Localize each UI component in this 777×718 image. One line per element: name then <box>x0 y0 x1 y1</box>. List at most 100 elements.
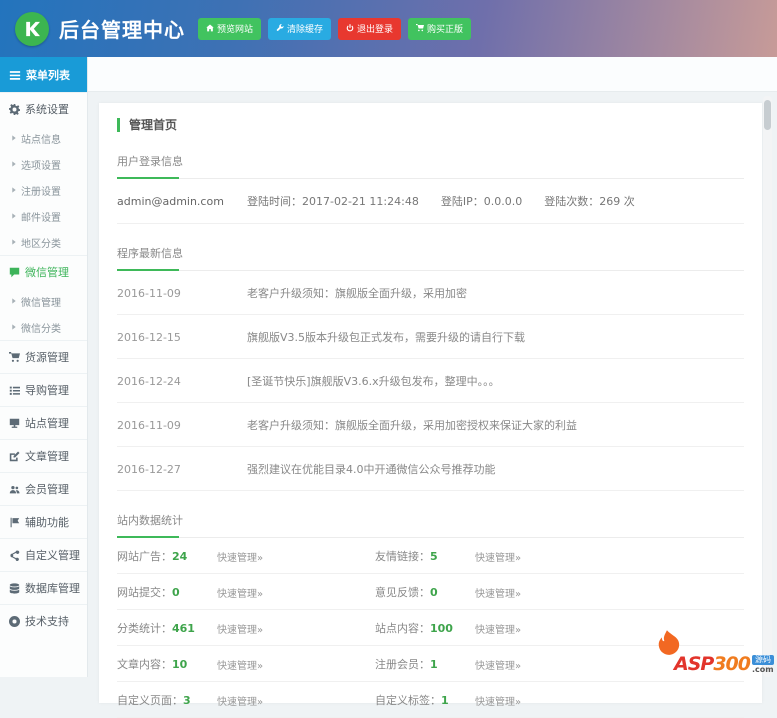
stat-value: 0 <box>172 586 180 599</box>
content-card: 管理首页 用户登录信息 admin@admin.com 登陆时间：2017-02… <box>99 103 762 718</box>
menu-guide-management[interactable]: 导购管理 <box>0 373 87 406</box>
submenu-register-settings[interactable]: 注册设置 <box>0 177 87 203</box>
stat-label: 友情链接 <box>375 550 430 563</box>
submenu-option-settings[interactable]: 选项设置 <box>0 151 87 177</box>
stat-cell-right: 自定义标签1 快速管理» <box>375 692 744 708</box>
menu-wechat-management[interactable]: 微信管理 <box>0 255 87 288</box>
news-text: 旗舰版V3.5版本升级包正式发布，需要升级的请自行下载 <box>247 331 526 344</box>
sidebar: 菜单列表 系统设置 站点信息 选项设置 注册设置 邮件设置 地区分类 微信管理 … <box>0 57 88 677</box>
submenu-region-category[interactable]: 地区分类 <box>0 229 87 255</box>
sidebar-item-label: 自定义管理 <box>25 549 80 562</box>
news-date: 2016-11-09 <box>117 418 181 432</box>
stat-label: 文章内容 <box>117 658 172 671</box>
quick-manage-link[interactable]: 快速管理» <box>475 585 521 600</box>
quick-manage-link[interactable]: 快速管理» <box>217 693 263 708</box>
stat-label: 自定义页面 <box>117 694 183 707</box>
menu-auxiliary-functions[interactable]: 辅助功能 <box>0 505 87 538</box>
header-buttons: 预览网站 清除缓存 退出登录 购买正版 <box>198 17 472 40</box>
quick-manage-link[interactable]: 快速管理» <box>475 549 521 564</box>
news-date: 2016-12-15 <box>117 330 181 344</box>
support-icon <box>9 615 20 628</box>
sidebar-item-label: 系统设置 <box>25 103 69 116</box>
stat-row: 网站提交0 快速管理» 意见反馈0 快速管理» <box>117 574 744 610</box>
cart-icon <box>416 24 424 34</box>
quick-manage-link[interactable]: 快速管理» <box>217 585 263 600</box>
menu-site-management[interactable]: 站点管理 <box>0 406 87 439</box>
power-icon <box>346 24 354 34</box>
news-section-title: 程序最新信息 <box>117 245 744 271</box>
submenu-mail-settings[interactable]: 邮件设置 <box>0 203 87 229</box>
database-icon <box>9 582 20 595</box>
sidebar-header[interactable]: 菜单列表 <box>0 57 87 92</box>
top-header: 后台管理中心 预览网站 清除缓存 退出登录 购买正版 <box>0 0 777 57</box>
submenu-wechat-category[interactable]: 微信分类 <box>0 314 87 340</box>
news-date: 2016-12-24 <box>117 374 181 388</box>
sidebar-header-label: 菜单列表 <box>26 68 70 82</box>
news-row: 2016-12-27 强烈建议在优能目录4.0中开通微信公众号推荐功能 <box>117 447 744 491</box>
quick-manage-link[interactable]: 快速管理» <box>217 621 263 636</box>
scrollbar-thumb[interactable] <box>764 100 771 130</box>
stat-value: 461 <box>172 622 195 635</box>
edit-icon <box>9 450 20 463</box>
list-icon <box>9 384 20 397</box>
menu-tech-support[interactable]: 技术支持 <box>0 604 87 637</box>
menu-custom-management[interactable]: 自定义管理 <box>0 538 87 571</box>
scrollbar[interactable] <box>763 96 772 677</box>
users-icon <box>9 483 20 496</box>
clear-cache-button[interactable]: 清除缓存 <box>268 17 332 40</box>
caret-right-icon <box>11 296 17 307</box>
home-icon <box>206 24 214 34</box>
menu-article-management[interactable]: 文章管理 <box>0 439 87 472</box>
sidebar-item-label: 注册设置 <box>21 186 61 198</box>
login-field: 登陆时间：2017-02-21 11:24:48 <box>247 195 419 208</box>
stat-cell-left: 网站广告24 快速管理» <box>117 548 375 564</box>
stat-label: 意见反馈 <box>375 586 430 599</box>
wrench-icon <box>276 24 284 34</box>
sidebar-item-label: 微信管理 <box>21 297 61 309</box>
news-row: 2016-12-15 旗舰版V3.5版本升级包正式发布，需要升级的请自行下载 <box>117 315 744 359</box>
stat-cell-left: 网站提交0 快速管理» <box>117 584 375 600</box>
logo-k-icon <box>23 20 41 38</box>
submenu-wechat-management[interactable]: 微信管理 <box>0 288 87 314</box>
stat-value: 10 <box>172 658 188 671</box>
sidebar-item-label: 站点信息 <box>21 134 61 146</box>
sidebar-item-label: 邮件设置 <box>21 212 61 224</box>
news-text: 老客户升级须知：旗舰版全面升级，采用加密授权来保证大家的利益 <box>247 419 577 432</box>
login-info-row: admin@admin.com 登陆时间：2017-02-21 11:24:48… <box>117 179 744 224</box>
menu-supply-management[interactable]: 货源管理 <box>0 340 87 373</box>
sidebar-item-label: 会员管理 <box>25 483 69 496</box>
preview-site-button[interactable]: 预览网站 <box>198 17 262 40</box>
stat-cell-left: 分类统计461 快速管理» <box>117 620 375 636</box>
stat-cell-left: 自定义页面3 快速管理» <box>117 692 375 708</box>
watermark-brand-number: 300 <box>713 653 751 675</box>
sidebar-item-label: 站点管理 <box>25 417 69 430</box>
flame-icon <box>658 630 680 655</box>
quick-manage-link[interactable]: 快速管理» <box>217 549 263 564</box>
sidebar-item-label: 数据库管理 <box>25 582 80 595</box>
menu-member-management[interactable]: 会员管理 <box>0 472 87 505</box>
sidebar-item-label: 辅助功能 <box>25 516 69 529</box>
stat-value: 0 <box>430 586 438 599</box>
stat-cell-left: 文章内容10 快速管理» <box>117 656 375 672</box>
submenu-site-info[interactable]: 站点信息 <box>0 125 87 151</box>
sidebar-item-label: 导购管理 <box>25 384 69 397</box>
logout-button[interactable]: 退出登录 <box>338 17 402 40</box>
caret-right-icon <box>11 237 17 248</box>
stat-row: 网站广告24 快速管理» 友情链接5 快速管理» <box>117 538 744 574</box>
menu-database-management[interactable]: 数据库管理 <box>0 571 87 604</box>
share-icon <box>9 549 20 562</box>
stat-cell-right: 意见反馈0 快速管理» <box>375 584 744 600</box>
quick-manage-link[interactable]: 快速管理» <box>475 693 521 708</box>
buy-genuine-button[interactable]: 购买正版 <box>408 17 472 40</box>
watermark-tag: 源码 <box>752 655 774 665</box>
sidebar-item-label: 地区分类 <box>21 238 61 250</box>
quick-manage-link[interactable]: 快速管理» <box>475 657 521 672</box>
caret-right-icon <box>11 322 17 333</box>
quick-manage-link[interactable]: 快速管理» <box>217 657 263 672</box>
breadcrumb-bar <box>88 57 777 92</box>
stat-label: 站点内容 <box>375 622 430 635</box>
stat-row: 自定义页面3 快速管理» 自定义标签1 快速管理» <box>117 682 744 718</box>
news-row: 2016-11-09 老客户升级须知：旗舰版全面升级，采用加密 <box>117 271 744 315</box>
quick-manage-link[interactable]: 快速管理» <box>475 621 521 636</box>
menu-system-settings[interactable]: 系统设置 <box>0 92 87 125</box>
